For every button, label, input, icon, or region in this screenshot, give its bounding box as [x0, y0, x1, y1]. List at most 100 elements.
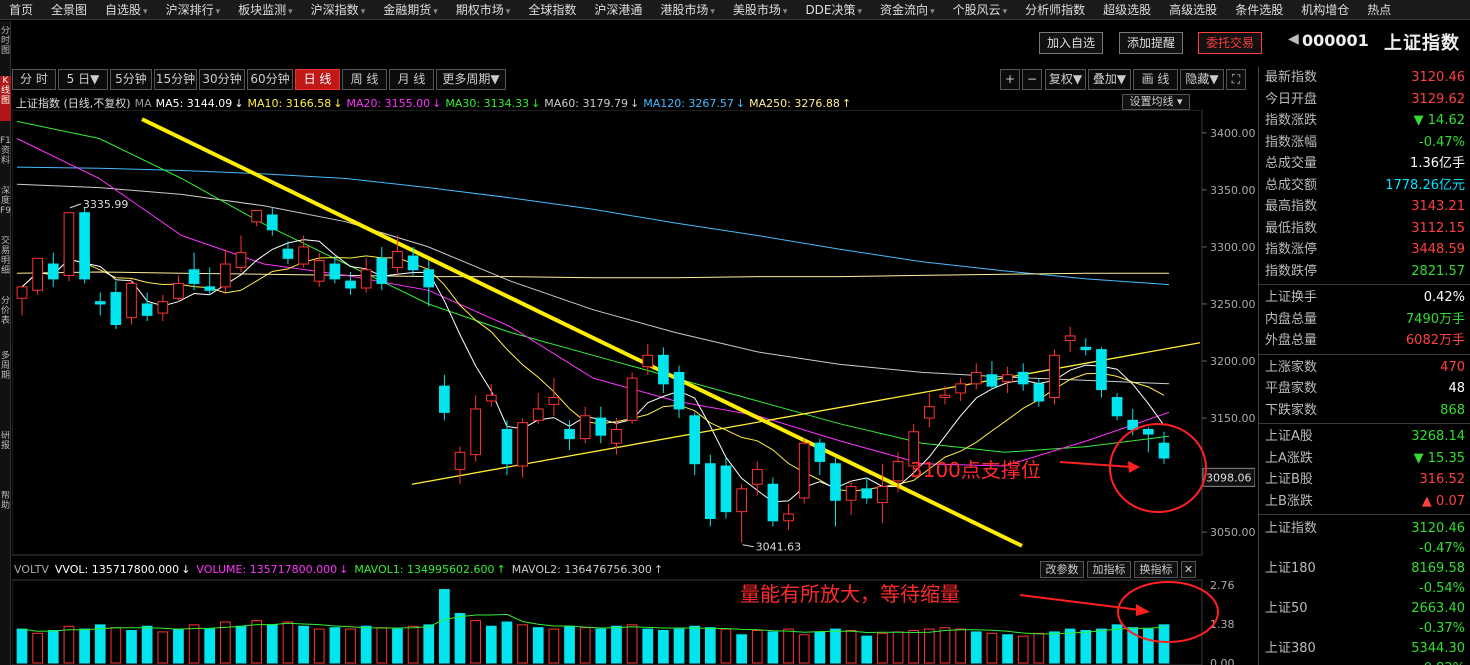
left-tab[interactable]: 深度F9 — [0, 186, 11, 226]
quote-row: 下跌家数 868 — [1259, 400, 1470, 422]
period-button[interactable]: 30分钟 — [199, 69, 245, 90]
quote-label: 上涨家数 — [1265, 359, 1318, 375]
quote-value: 3112.15 — [1411, 220, 1465, 236]
nav-item[interactable]: 超级选股 — [1094, 0, 1160, 19]
left-tab[interactable]: 分时图 — [0, 26, 11, 66]
overlay-button[interactable]: 叠加▼ — [1088, 69, 1131, 90]
index-row: 上证指数 3120.46 — [1259, 519, 1470, 539]
nav-item[interactable]: 期权市场 ▾ — [447, 0, 520, 19]
nav-item[interactable]: 沪深排行 ▾ — [157, 0, 230, 19]
candle — [689, 412, 701, 476]
chart-title: 上证指数 (日线,不复权) — [16, 97, 131, 110]
candle-body — [1049, 354, 1060, 399]
period-button[interactable]: 月 线 — [389, 69, 434, 90]
back-arrow-icon[interactable]: ◀ — [1288, 31, 1299, 47]
candle-body — [94, 301, 106, 305]
period-button[interactable]: 5分钟 — [110, 69, 152, 90]
volume-bar — [376, 627, 388, 664]
price-tick-label: 3300.00 — [1210, 241, 1255, 254]
volume-bar — [1049, 631, 1060, 664]
nav-item[interactable]: 首页 — [0, 0, 42, 19]
nav-item[interactable]: DDE决策 ▾ — [796, 0, 871, 19]
candle — [266, 206, 278, 236]
adjust-button[interactable]: 复权▼ — [1045, 69, 1086, 90]
nav-item[interactable]: 机构增仓 — [1292, 0, 1358, 19]
period-button[interactable]: 分 时 — [12, 69, 56, 90]
nav-item[interactable]: 分析师指数 — [1016, 0, 1094, 19]
nav-item[interactable]: 沪深指数 ▾ — [302, 0, 375, 19]
volume-bar — [658, 630, 669, 664]
add-watchlist-button[interactable]: 加入自选 — [1039, 32, 1104, 54]
quote-row: 上涨家数 470 — [1259, 357, 1470, 379]
index-change-row: -0.47% — [1259, 539, 1470, 559]
draw-button[interactable]: 画 线 — [1133, 69, 1178, 90]
index-label: 上证50 — [1265, 601, 1308, 616]
nav-item[interactable]: 美股市场 ▾ — [724, 0, 797, 19]
volume-bar — [110, 627, 122, 664]
candle-body — [220, 263, 231, 288]
set-ma-button[interactable]: 设置均线 ▾ — [1122, 94, 1190, 110]
nav-item-label: 美股市场 — [732, 3, 781, 17]
quote-value: 2821.57 — [1411, 263, 1465, 279]
zoom-in-button[interactable]: + — [1000, 69, 1020, 90]
candle-body — [1080, 346, 1092, 351]
candle — [720, 458, 732, 519]
nav-item[interactable]: 资金流向 ▾ — [871, 0, 944, 19]
add-indicator-button[interactable]: 加指标 — [1087, 561, 1131, 578]
nav-item[interactable]: 金融期货 ▾ — [374, 0, 447, 19]
nav-item[interactable]: 板块监测 ▾ — [229, 0, 302, 19]
trade-button[interactable]: 委托交易 — [1198, 32, 1263, 54]
nav-item[interactable]: 港股市场 ▾ — [651, 0, 724, 19]
candle-body — [548, 397, 560, 405]
quote-row: 最低指数 3112.15 — [1259, 218, 1470, 240]
left-tab[interactable]: 研报 — [0, 431, 11, 476]
quote-label: 今日开盘 — [1265, 91, 1318, 107]
candle-body — [783, 513, 794, 522]
nav-item[interactable]: 热点 — [1358, 0, 1400, 19]
period-button[interactable]: 周 线 — [342, 69, 387, 90]
left-tab[interactable]: K线图 — [0, 76, 11, 121]
zoom-out-button[interactable]: − — [1022, 69, 1042, 90]
left-tab[interactable]: 帮助 — [0, 491, 11, 551]
kline-chart[interactable]: 3400.00 3350.00 3300.00 3250.00 3200.00 3150.… — [12, 110, 1255, 665]
volume-bar — [329, 627, 341, 664]
period-button[interactable]: 更多周期▼ — [436, 69, 506, 90]
period-button[interactable]: 15分钟 — [154, 69, 197, 90]
period-button[interactable]: 60分钟 — [247, 69, 293, 90]
candle-body — [736, 488, 747, 513]
candle-body — [611, 428, 622, 444]
candle-body — [767, 483, 779, 522]
candle-body — [642, 354, 654, 368]
add-alert-button[interactable]: 添加提醒 — [1119, 32, 1184, 54]
nav-item[interactable]: 全景图 — [42, 0, 96, 19]
quote-row: 总成交额 1778.26亿元 — [1259, 175, 1470, 197]
volume-tick-label: 0.00 — [1210, 657, 1235, 665]
index-label: 上证180 — [1265, 561, 1316, 576]
hide-button[interactable]: 隐藏▼ — [1180, 69, 1224, 90]
nav-item[interactable]: 自选股 ▾ — [96, 0, 157, 19]
left-tab[interactable]: 分价表 — [0, 296, 11, 341]
volume-bar — [1017, 635, 1029, 664]
nav-item[interactable]: 高级选股 — [1160, 0, 1226, 19]
left-tab[interactable]: 交易明细 — [0, 236, 11, 286]
candle — [955, 378, 966, 401]
left-tab[interactable]: 多周期 — [0, 351, 11, 421]
stock-name: 上证指数 — [1384, 33, 1460, 54]
candle-body — [704, 463, 716, 519]
volume-bar — [611, 625, 622, 664]
quote-value: 3268.14 — [1411, 429, 1465, 444]
left-tab[interactable]: F10资料 — [0, 136, 11, 181]
modify-params-button[interactable]: 改参数 — [1040, 561, 1084, 578]
nav-item[interactable]: 条件选股 — [1226, 0, 1292, 19]
nav-item-label: 条件选股 — [1235, 3, 1284, 17]
chevron-down-icon: ▾ — [857, 7, 863, 17]
nav-item[interactable]: 全球指数 — [519, 0, 585, 19]
close-indicator-icon[interactable]: ✕ — [1181, 561, 1196, 578]
period-button[interactable]: 日 线 — [295, 69, 340, 90]
nav-item[interactable]: 沪深港通 — [585, 0, 651, 19]
fullscreen-icon[interactable]: ⛶ — [1226, 69, 1246, 90]
switch-indicator-button[interactable]: 换指标 — [1134, 561, 1178, 578]
index-change-pct: -0.54% — [1419, 581, 1465, 596]
period-button[interactable]: 5 日▼ — [58, 69, 108, 90]
nav-item[interactable]: 个股风云 ▾ — [944, 0, 1017, 19]
